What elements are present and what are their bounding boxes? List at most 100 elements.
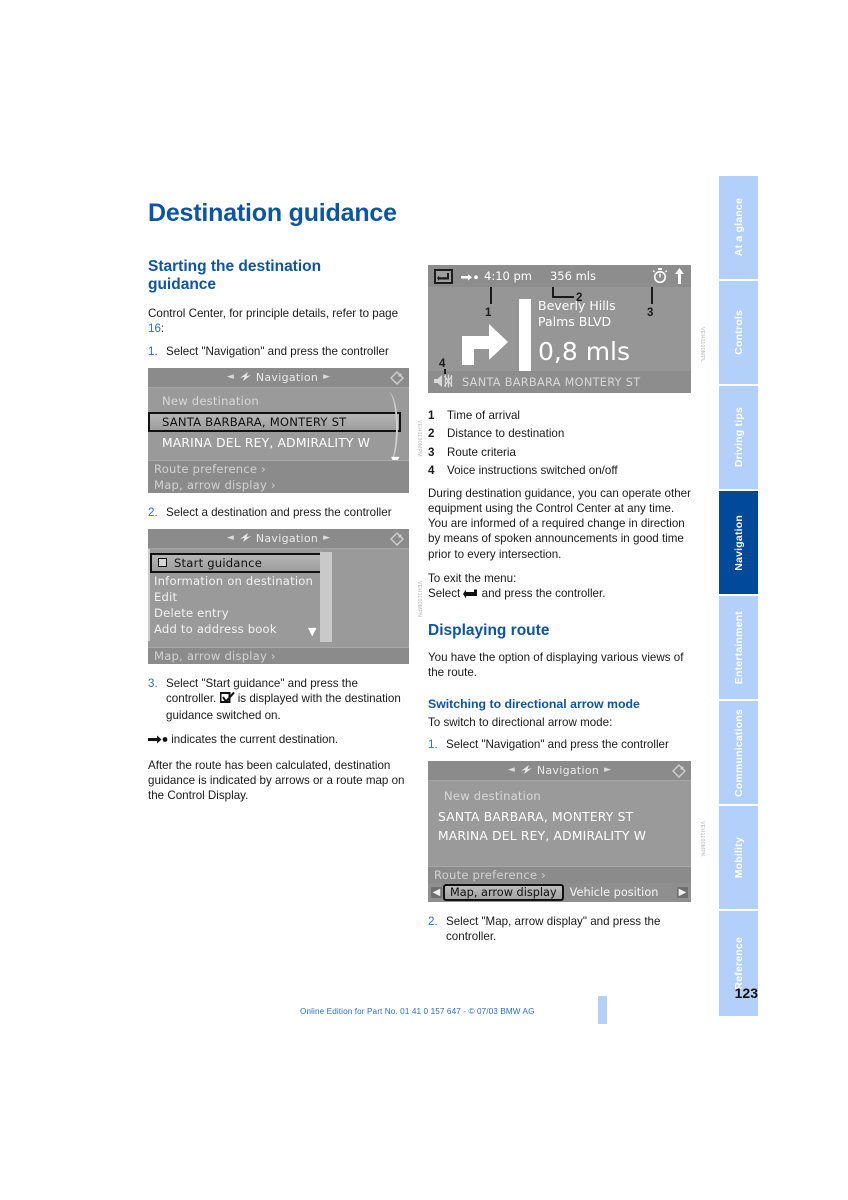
screen-title: Navigation xyxy=(255,370,319,384)
after-route-note: After the route has been calculated, des… xyxy=(148,759,405,803)
screen-body: New destination SANTA BARBARA, MONTERY S… xyxy=(428,781,691,844)
step-2-left: 2. Select a destination and press the co… xyxy=(148,505,410,520)
tab-map-arrow-display[interactable]: Map, arrow display xyxy=(443,883,564,901)
figure-code: VEH1100MPM xyxy=(416,419,422,457)
sidebar-tab-mobility[interactable]: Mobility xyxy=(719,806,758,911)
chevron-left-icon[interactable]: ◄ xyxy=(508,765,515,775)
tab-prev-arrow-icon[interactable]: ◀ xyxy=(431,886,442,898)
chevron-right-icon[interactable]: ► xyxy=(323,372,330,382)
menu-item[interactable]: Add to address book xyxy=(148,621,409,637)
section-heading-starting-guidance: Starting the destination guidance xyxy=(148,258,322,294)
destination-note: indicates the current destination. xyxy=(148,732,410,749)
arrow-dot-icon xyxy=(461,267,479,286)
sidebar-tab-driving-tips[interactable]: Driving tips xyxy=(719,386,758,491)
list-item[interactable]: MARINA DEL REY, ADMIRALITY W xyxy=(428,828,691,844)
menu-item[interactable]: Edit xyxy=(148,589,409,605)
menu-left-edge xyxy=(148,548,150,641)
right-column: 4:10 pm 356 mls Beverly Hills Palms BLVD… xyxy=(428,265,705,944)
arrow-dot-icon xyxy=(148,734,168,749)
page-title: Destination guidance xyxy=(148,199,397,227)
menu-item[interactable]: Delete entry xyxy=(148,605,409,621)
list-item[interactable]: New destination xyxy=(148,393,409,409)
callout-leader xyxy=(444,369,446,374)
list-item[interactable]: SANTA BARBARA, MONTERY ST xyxy=(428,809,691,825)
tab-next-arrow-icon[interactable]: ▶ xyxy=(677,886,688,898)
paragraph-during-guidance: During destination guidance, you can ope… xyxy=(428,487,691,561)
paragraph-route-views: You have the option of displaying variou… xyxy=(428,650,684,680)
sidebar-tab-label: Communications xyxy=(732,708,745,797)
callout-leader xyxy=(552,296,574,298)
screen-title: Navigation xyxy=(536,763,600,777)
back-arrow-icon xyxy=(463,588,478,603)
page-number: 123 xyxy=(734,985,758,1001)
left-column: Starting the destination guidance Contro… xyxy=(148,258,422,803)
section-heading-displaying-route: Displaying route xyxy=(428,621,550,639)
figure-nav-display: 4:10 pm 356 mls Beverly Hills Palms BLVD… xyxy=(428,265,705,393)
step-text: Select a destination and press the contr… xyxy=(166,505,392,519)
callout-leader xyxy=(651,287,653,304)
paragraph-switch-arrow-mode: To switch to directional arrow mode: xyxy=(428,716,613,730)
step-number: 1. xyxy=(148,344,158,358)
scrollbar[interactable] xyxy=(320,551,332,642)
chevron-left-icon[interactable]: ◄ xyxy=(227,372,234,382)
speaker-muted-icon[interactable] xyxy=(434,373,456,392)
sidebar-tab-communications[interactable]: Communications xyxy=(719,701,758,806)
sidebar-tab-label: Reference xyxy=(732,937,745,990)
step-number: 2. xyxy=(428,914,438,928)
checkbox-unchecked-icon[interactable] xyxy=(158,558,167,568)
sidebar-tab-navigation[interactable]: Navigation xyxy=(719,491,758,596)
sidebar-tab-label: Navigation xyxy=(732,514,745,571)
screen-title: Navigation xyxy=(255,531,319,545)
footer-item[interactable]: Map, arrow display › xyxy=(148,647,409,664)
sidebar-tab-controls[interactable]: Controls xyxy=(719,281,758,386)
page-reference-link[interactable]: 16 xyxy=(148,322,161,335)
step-1-left: 1. Select "Navigation" and press the con… xyxy=(148,344,410,359)
screen-body: Start guidance Information on destinatio… xyxy=(148,548,409,642)
next-turn-distance: 0,8 mls xyxy=(538,337,631,366)
sidebar-tab-label: At a glance xyxy=(732,198,745,257)
chevron-left-icon[interactable]: ◄ xyxy=(227,533,234,543)
footer-item[interactable]: Route preference › xyxy=(428,866,691,883)
control-display-nav-list[interactable]: ◄ Navigation ► New destination SANTA BAR… xyxy=(148,367,409,493)
step-3-left: 3. Select "Start guidance" and press the… xyxy=(148,676,401,722)
figure-code: VEH1100MPK xyxy=(699,820,705,857)
sidebar-tab-at-a-glance[interactable]: At a glance xyxy=(719,176,758,281)
legend-text: Time of arrival xyxy=(447,409,521,422)
sidebar-tab-label: Mobility xyxy=(732,836,745,879)
list-item[interactable]: MARINA DEL REY, ADMIRALITY W xyxy=(148,435,409,451)
callout-2: 2 xyxy=(576,292,583,304)
menu-item-start-guidance[interactable]: Start guidance xyxy=(150,552,322,573)
step-text: Select "Map, arrow display" and press th… xyxy=(446,914,661,943)
step-number: 1. xyxy=(428,737,438,751)
navigation-arrow-display[interactable]: 4:10 pm 356 mls Beverly Hills Palms BLVD… xyxy=(428,265,691,393)
callout-1: 1 xyxy=(485,307,492,319)
current-street: SANTA BARBARA MONTERY ST xyxy=(462,375,641,389)
menu-item[interactable]: Information on destination xyxy=(148,573,409,589)
figure-screen-3: ◄ Navigation ► New destination SANTA BAR… xyxy=(428,760,705,902)
figure-code: VEH1100MPL xyxy=(699,327,705,363)
step-text: Select "Navigation" and press the contro… xyxy=(446,737,669,751)
legend-item: 4 Voice instructions switched on/off xyxy=(428,462,693,480)
control-display-nav-list-tabs[interactable]: ◄ Navigation ► New destination SANTA BAR… xyxy=(428,760,691,902)
step-number: 2. xyxy=(148,505,158,519)
step-number: 3. xyxy=(148,676,158,690)
checkbox-checked-icon xyxy=(219,691,235,708)
cd-disc-icon xyxy=(672,763,686,778)
control-display-destination-menu[interactable]: ◄ Navigation ► Start guidance Informatio… xyxy=(148,528,409,664)
list-item-selected[interactable]: SANTA BARBARA, MONTERY ST xyxy=(148,411,401,432)
step-2-right: 2. Select "Map, arrow display" and press… xyxy=(428,914,693,944)
list-item[interactable]: New destination xyxy=(428,788,691,804)
footer-item[interactable]: Map, arrow display › xyxy=(148,476,409,493)
chapter-tabs-sidebar: At a glance Controls Driving tips Naviga… xyxy=(719,176,758,1016)
chevron-right-icon[interactable]: ► xyxy=(604,765,611,775)
legend-text: Distance to destination xyxy=(447,427,565,441)
legend-item: 2 Distance to destination xyxy=(428,425,693,443)
sidebar-tab-entertainment[interactable]: Entertainment xyxy=(719,596,758,701)
scroll-down-arrow-icon[interactable]: ▼ xyxy=(308,625,316,638)
navigation-pin-icon xyxy=(520,764,533,777)
back-arrow-icon[interactable] xyxy=(434,268,453,284)
tab-vehicle-position[interactable]: Vehicle position xyxy=(564,886,665,899)
figure-screen-1: ◄ Navigation ► New destination SANTA BAR… xyxy=(148,367,422,493)
chevron-right-icon[interactable]: ► xyxy=(323,533,330,543)
footer-item[interactable]: Route preference › xyxy=(148,460,409,477)
